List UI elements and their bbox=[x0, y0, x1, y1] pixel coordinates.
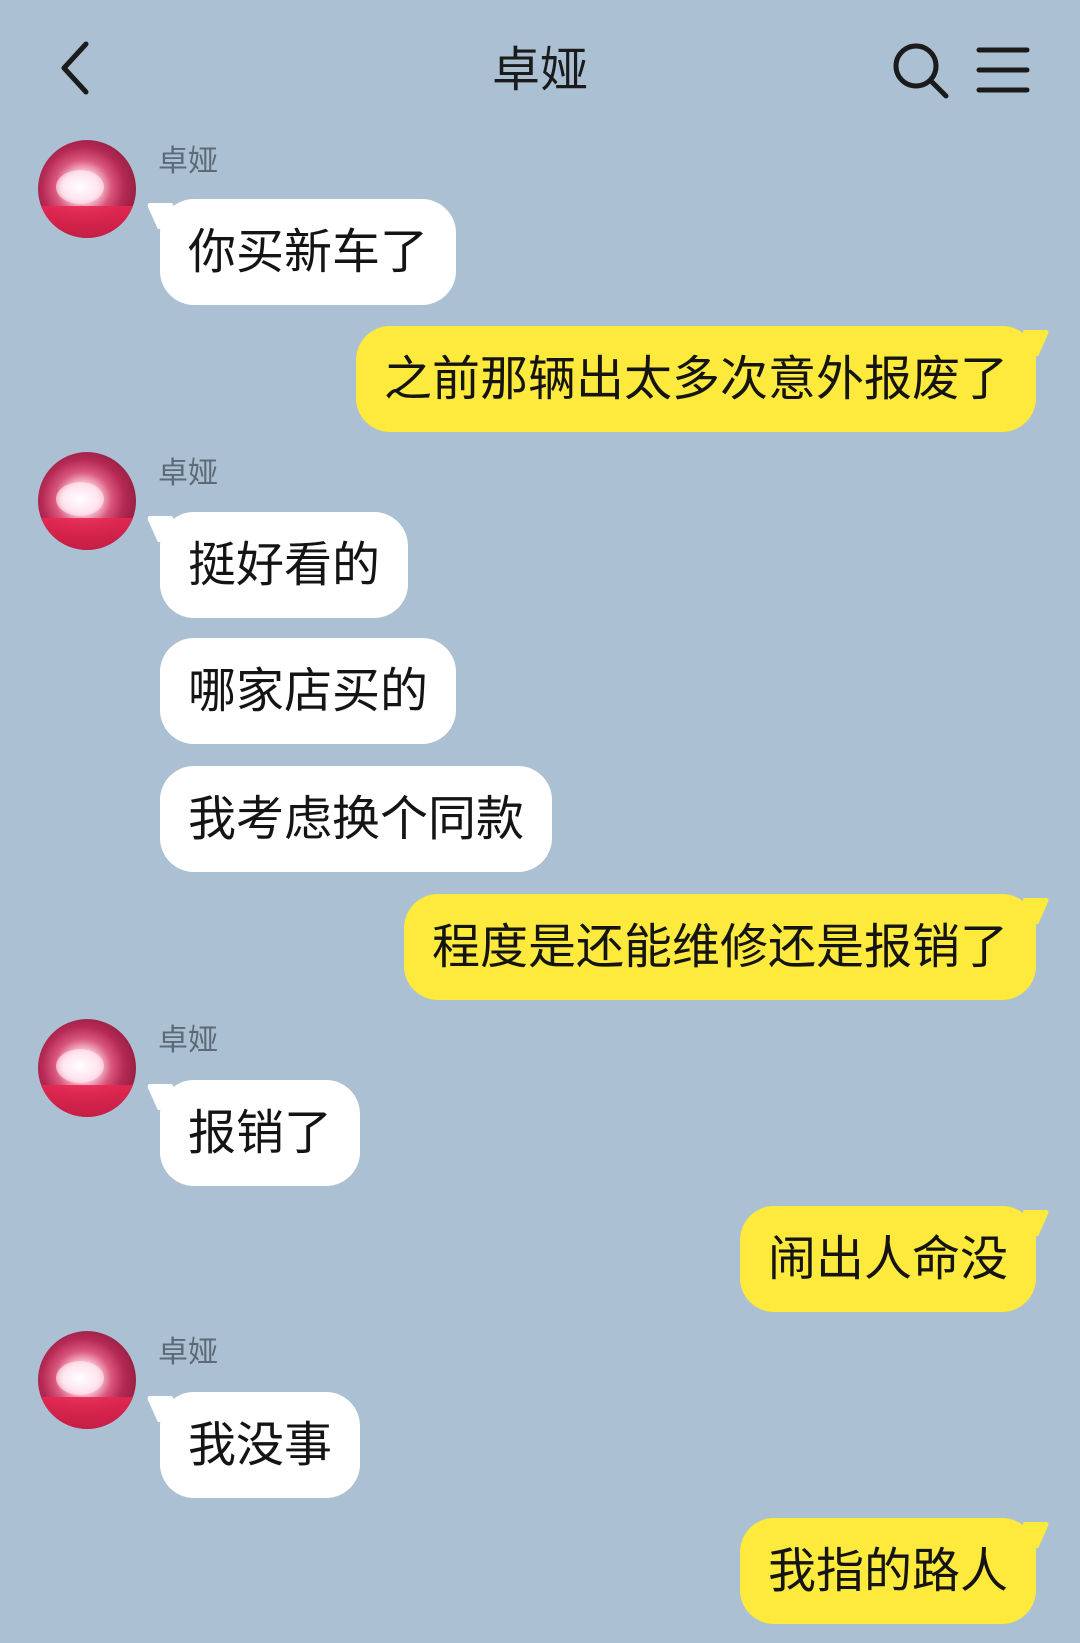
incoming-message-bubble[interactable]: 我没事 bbox=[160, 1392, 361, 1498]
contact-avatar[interactable] bbox=[38, 1331, 136, 1429]
outgoing-message-bubble[interactable]: 我指的路人 bbox=[739, 1518, 1036, 1624]
chat-header: 卓娅 bbox=[0, 0, 1080, 140]
outgoing-message-bubble[interactable]: 之前那辆出太多次意外报废了 bbox=[355, 326, 1036, 432]
contact-avatar[interactable] bbox=[38, 1019, 136, 1117]
incoming-message-bubble[interactable]: 你买新车了 bbox=[160, 199, 457, 305]
incoming-message-bubble[interactable]: 挺好看的 bbox=[160, 512, 409, 618]
menu-icon[interactable] bbox=[975, 42, 1031, 98]
incoming-message-bubble[interactable]: 报销了 bbox=[160, 1080, 361, 1186]
outgoing-message-bubble[interactable]: 程度是还能维修还是报销了 bbox=[403, 894, 1036, 1000]
search-icon[interactable] bbox=[890, 40, 952, 102]
sender-name: 卓娅 bbox=[158, 1023, 218, 1058]
sender-name: 卓娅 bbox=[158, 456, 218, 491]
contact-avatar[interactable] bbox=[38, 452, 136, 550]
contact-avatar[interactable] bbox=[38, 140, 136, 238]
incoming-message-bubble[interactable]: 我考虑换个同款 bbox=[160, 766, 553, 872]
outgoing-message-bubble[interactable]: 闹出人命没 bbox=[739, 1206, 1036, 1312]
incoming-message-bubble[interactable]: 哪家店买的 bbox=[160, 638, 457, 744]
sender-name: 卓娅 bbox=[158, 1335, 218, 1370]
sender-name: 卓娅 bbox=[158, 144, 218, 179]
